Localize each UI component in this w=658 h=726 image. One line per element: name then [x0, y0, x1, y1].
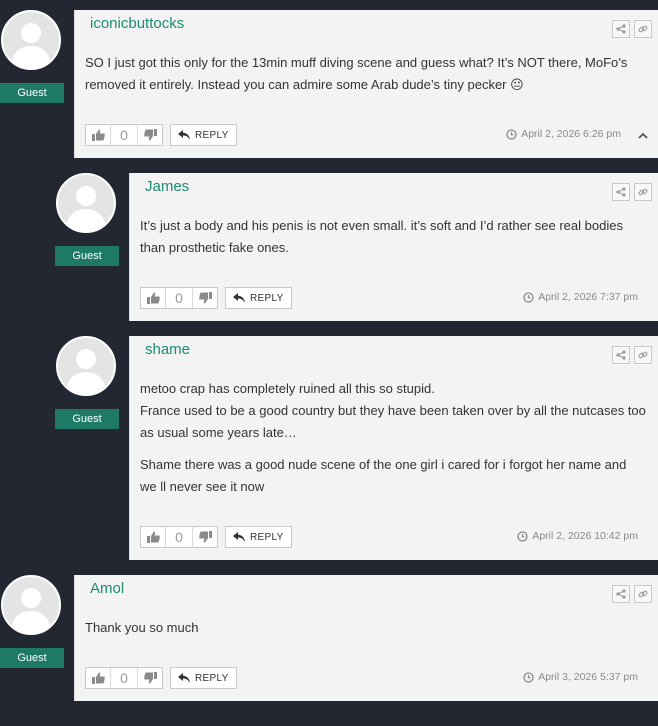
comment-date-text: April 2, 2026 10:42 pm [532, 530, 638, 542]
guest-badge: Guest [0, 83, 64, 103]
comment-date-text: April 3, 2026 5:37 pm [538, 671, 638, 683]
permalink-button[interactable] [634, 346, 652, 364]
link-icon [638, 590, 648, 598]
comment-card: shame metoo crap has completely ruined a… [129, 336, 658, 560]
guest-badge: Guest [55, 409, 119, 429]
vote-count: 0 [110, 668, 138, 688]
avatar [1, 575, 61, 635]
vote-widget: 0 [140, 287, 218, 309]
comment-body: Thank you so much [85, 617, 646, 649]
permalink-button[interactable] [634, 585, 652, 603]
comment-paragraph: metoo crap has completely ruined all thi… [140, 381, 646, 440]
share-button[interactable] [612, 183, 630, 201]
comment-paragraph: It’s just a body and his penis is not ev… [140, 218, 623, 255]
link-icon [638, 351, 648, 359]
reply-label: REPLY [250, 531, 284, 543]
permalink-button[interactable] [634, 183, 652, 201]
vote-widget: 0 [85, 124, 163, 146]
reply-button[interactable]: REPLY [225, 287, 292, 309]
thumbs-up-icon [146, 292, 160, 304]
comment-author-column: Guest [55, 173, 119, 266]
upvote-button[interactable] [141, 288, 165, 308]
comment-item: Guest shame metoo crap has completely ru… [55, 336, 658, 560]
upvote-button[interactable] [86, 125, 110, 145]
thumbs-down-icon [143, 672, 157, 684]
share-icon [616, 24, 626, 34]
share-icon [616, 187, 626, 197]
reply-label: REPLY [250, 292, 284, 304]
comment-date: April 2, 2026 6:26 pm [506, 128, 621, 140]
thumbs-down-icon [143, 129, 157, 141]
downvote-button[interactable] [138, 125, 162, 145]
link-icon [638, 188, 648, 196]
thumbs-up-icon [146, 531, 160, 543]
comment-author[interactable]: Amol [90, 580, 124, 597]
comment-date-text: April 2, 2026 7:37 pm [538, 291, 638, 303]
reply-icon [178, 130, 190, 140]
clock-icon [506, 128, 517, 140]
comment-date: April 3, 2026 5:37 pm [523, 671, 638, 683]
comment-body: metoo crap has completely ruined all thi… [140, 378, 646, 508]
comment-author[interactable]: iconicbuttocks [90, 15, 184, 32]
downvote-button[interactable] [193, 527, 217, 547]
comment-body: SO I just got this only for the 13min mu… [85, 52, 646, 106]
upvote-button[interactable] [141, 527, 165, 547]
comment-card: James It’s just a body and his penis is … [129, 173, 658, 321]
vote-widget: 0 [140, 526, 218, 548]
reply-icon [233, 532, 245, 542]
downvote-button[interactable] [193, 288, 217, 308]
comment-author-column: Guest [0, 575, 64, 668]
reply-label: REPLY [195, 672, 229, 684]
comment-paragraph: Thank you so much [85, 620, 199, 635]
comment-item: Guest James It’s just a body and his pen… [55, 173, 658, 321]
thumbs-up-icon [91, 672, 105, 684]
avatar [1, 10, 61, 70]
downvote-button[interactable] [138, 668, 162, 688]
reply-label: REPLY [195, 129, 229, 141]
vote-widget: 0 [85, 667, 163, 689]
comment-paragraph: SO I just got this only for the 13min mu… [85, 55, 628, 92]
share-button[interactable] [612, 346, 630, 364]
comment-author-column: Guest [0, 10, 64, 103]
thumbs-up-icon [91, 129, 105, 141]
comment-card: iconicbuttocks SO I just got this only f… [74, 10, 658, 158]
clock-icon [517, 530, 528, 542]
guest-badge: Guest [0, 648, 64, 668]
reply-icon [178, 673, 190, 683]
share-icon [616, 589, 626, 599]
link-icon [638, 25, 648, 33]
comment-date: April 2, 2026 10:42 pm [517, 530, 638, 542]
comment-body: It’s just a body and his penis is not ev… [140, 215, 646, 269]
thumbs-down-icon [198, 292, 212, 304]
comment-date-text: April 2, 2026 6:26 pm [521, 128, 621, 140]
comment-author[interactable]: James [145, 178, 189, 195]
comment-item: Guest Amol Thank you so much 0 REPLY Apr… [0, 575, 658, 701]
comment-author[interactable]: shame [145, 341, 190, 358]
comment-date: April 2, 2026 7:37 pm [523, 291, 638, 303]
comment-paragraph: Shame there was a good nude scene of the… [140, 457, 627, 494]
clock-icon [523, 291, 534, 303]
comment-card: Amol Thank you so much 0 REPLY April 3, … [74, 575, 658, 701]
guest-badge: Guest [55, 246, 119, 266]
share-icon [616, 350, 626, 360]
thumbs-down-icon [198, 531, 212, 543]
reply-button[interactable]: REPLY [170, 667, 237, 689]
share-button[interactable] [612, 585, 630, 603]
avatar [56, 336, 116, 396]
avatar [56, 173, 116, 233]
chevron-up-icon[interactable] [637, 130, 649, 142]
reply-button[interactable]: REPLY [225, 526, 292, 548]
share-button[interactable] [612, 20, 630, 38]
vote-count: 0 [165, 527, 193, 547]
vote-count: 0 [165, 288, 193, 308]
clock-icon [523, 671, 534, 683]
permalink-button[interactable] [634, 20, 652, 38]
comment-item: Guest iconicbuttocks SO I just got this … [0, 10, 658, 158]
upvote-button[interactable] [86, 668, 110, 688]
vote-count: 0 [110, 125, 138, 145]
reply-button[interactable]: REPLY [170, 124, 237, 146]
reply-icon [233, 293, 245, 303]
comment-author-column: Guest [55, 336, 119, 429]
